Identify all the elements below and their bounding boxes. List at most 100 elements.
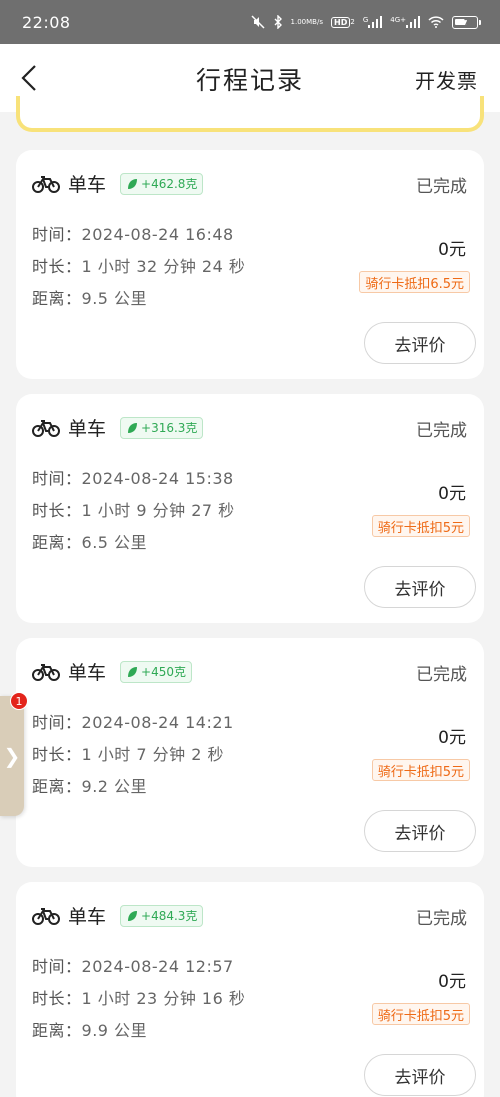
speed-unit: MB/s <box>306 18 323 26</box>
time-label: 时间： <box>32 469 82 488</box>
duration-label: 时长： <box>32 989 82 1008</box>
discount-tag: 骑行卡抵扣5元 <box>371 515 470 537</box>
trip-list: 单车 +462.8克 已完成 时间：2024-08-24 16:48 时长：1 … <box>16 150 484 1097</box>
network-4g-label: 4G+ <box>390 16 406 24</box>
distance-label: 距离： <box>32 289 82 308</box>
leaf-icon <box>128 422 138 433</box>
trip-header: 单车 +484.3克 <box>32 902 204 929</box>
hd-voice-indicator: HD 2 <box>331 16 355 28</box>
carbon-badge: +316.3克 <box>120 416 204 439</box>
side-drawer-tab[interactable]: ❯ <box>0 696 24 816</box>
bicycle-icon <box>32 663 60 681</box>
bicycle-icon <box>32 175 60 193</box>
invoice-button[interactable]: 开发票 <box>415 65 478 94</box>
trip-distance: 距离：9.9 公里 <box>32 1017 147 1041</box>
trip-distance: 距离：6.5 公里 <box>32 529 147 553</box>
trip-distance: 距离：9.5 公里 <box>32 285 147 309</box>
carbon-value: +450克 <box>141 665 186 679</box>
duration-value: 1 小时 9 分钟 27 秒 <box>81 501 235 520</box>
trip-status: 已完成 <box>416 665 467 685</box>
trip-time: 时间：2024-08-24 16:48 <box>32 221 234 245</box>
review-button[interactable]: 去评价 <box>364 1054 476 1096</box>
trip-price: 0元 <box>438 240 466 260</box>
time-value: 2024-08-24 16:48 <box>81 225 234 244</box>
carbon-value: +316.3克 <box>141 421 198 435</box>
discount-tag: 骑行卡抵扣5元 <box>371 1003 470 1025</box>
mute-icon <box>251 15 265 29</box>
distance-value: 9.9 公里 <box>81 1021 148 1040</box>
time-label: 时间： <box>32 713 82 732</box>
trip-card[interactable]: 单车 +450克 已完成 时间：2024-08-24 14:21 时长：1 小时… <box>16 638 484 867</box>
status-icons: 1.00 MB/s HD 2 G 4G+ 71 <box>251 15 481 29</box>
duration-value: 1 小时 23 分钟 16 秒 <box>81 989 246 1008</box>
network-speed: 1.00 MB/s <box>291 18 323 26</box>
trip-duration: 时长：1 小时 9 分钟 27 秒 <box>32 497 235 521</box>
trip-duration: 时长：1 小时 7 分钟 2 秒 <box>32 741 224 765</box>
trip-header: 单车 +450克 <box>32 658 192 685</box>
chevron-right-icon: ❯ <box>3 744 21 768</box>
time-label: 时间： <box>32 957 82 976</box>
bicycle-icon <box>32 419 60 437</box>
status-time: 22:08 <box>22 12 71 32</box>
leaf-icon <box>128 666 138 677</box>
trip-card[interactable]: 单车 +316.3克 已完成 时间：2024-08-24 15:38 时长：1 … <box>16 394 484 623</box>
battery-level: 71 <box>463 17 475 27</box>
leaf-icon <box>128 910 138 921</box>
trip-status: 已完成 <box>416 421 467 441</box>
trip-duration: 时长：1 小时 23 分钟 16 秒 <box>32 985 245 1009</box>
notification-badge: 1 <box>10 692 28 710</box>
trip-card[interactable]: 单车 +462.8克 已完成 时间：2024-08-24 16:48 时长：1 … <box>16 150 484 379</box>
time-label: 时间： <box>32 225 82 244</box>
duration-value: 1 小时 32 分钟 24 秒 <box>81 257 246 276</box>
duration-label: 时长： <box>32 745 82 764</box>
speed-value: 1.00 <box>290 18 307 26</box>
time-value: 2024-08-24 15:38 <box>81 469 234 488</box>
trip-header: 单车 +316.3克 <box>32 414 204 441</box>
duration-label: 时长： <box>32 501 82 520</box>
distance-label: 距离： <box>32 777 82 796</box>
trip-card[interactable]: 单车 +484.3克 已完成 时间：2024-08-24 12:57 时长：1 … <box>16 882 484 1097</box>
discount-tag: 骑行卡抵扣5元 <box>371 759 470 781</box>
distance-value: 9.5 公里 <box>81 289 148 308</box>
battery-icon: 71 <box>452 15 481 29</box>
distance-label: 距离： <box>32 1021 82 1040</box>
duration-label: 时长： <box>32 257 82 276</box>
distance-value: 6.5 公里 <box>81 533 148 552</box>
trip-price: 0元 <box>438 728 466 748</box>
signal-icon-1: G <box>363 16 383 28</box>
signal-icon-2: 4G+ <box>390 16 420 28</box>
hd-sub: 2 <box>350 18 355 26</box>
duration-value: 1 小时 7 分钟 2 秒 <box>81 745 224 764</box>
vehicle-type: 单车 <box>68 174 107 196</box>
trip-price: 0元 <box>438 972 466 992</box>
discount-tag: 骑行卡抵扣6.5元 <box>359 271 470 293</box>
leaf-icon <box>128 178 138 189</box>
carbon-value: +462.8克 <box>141 177 198 191</box>
status-bar: 22:08 1.00 MB/s HD 2 G 4G+ 71 <box>0 0 500 44</box>
trip-distance: 距离：9.2 公里 <box>32 773 147 797</box>
review-button[interactable]: 去评价 <box>364 566 476 608</box>
hd-label: HD <box>331 16 351 28</box>
carbon-badge: +484.3克 <box>120 904 204 927</box>
vehicle-type: 单车 <box>68 418 107 440</box>
trip-header: 单车 +462.8克 <box>32 170 204 197</box>
carbon-badge: +462.8克 <box>120 172 204 195</box>
review-button[interactable]: 去评价 <box>364 322 476 364</box>
bluetooth-icon <box>273 15 283 29</box>
trip-status: 已完成 <box>416 909 467 929</box>
vehicle-type: 单车 <box>68 662 107 684</box>
distance-label: 距离： <box>32 533 82 552</box>
time-value: 2024-08-24 12:57 <box>81 957 234 976</box>
trip-price: 0元 <box>438 484 466 504</box>
wifi-icon <box>428 16 444 28</box>
review-button[interactable]: 去评价 <box>364 810 476 852</box>
trip-status: 已完成 <box>416 177 467 197</box>
bicycle-icon <box>32 907 60 925</box>
trip-duration: 时长：1 小时 32 分钟 24 秒 <box>32 253 245 277</box>
trip-time: 时间：2024-08-24 15:38 <box>32 465 234 489</box>
chevron-left-icon <box>21 65 36 91</box>
back-button[interactable] <box>14 62 44 94</box>
distance-value: 9.2 公里 <box>81 777 148 796</box>
trip-time: 时间：2024-08-24 14:21 <box>32 709 234 733</box>
promo-banner[interactable] <box>16 96 484 132</box>
